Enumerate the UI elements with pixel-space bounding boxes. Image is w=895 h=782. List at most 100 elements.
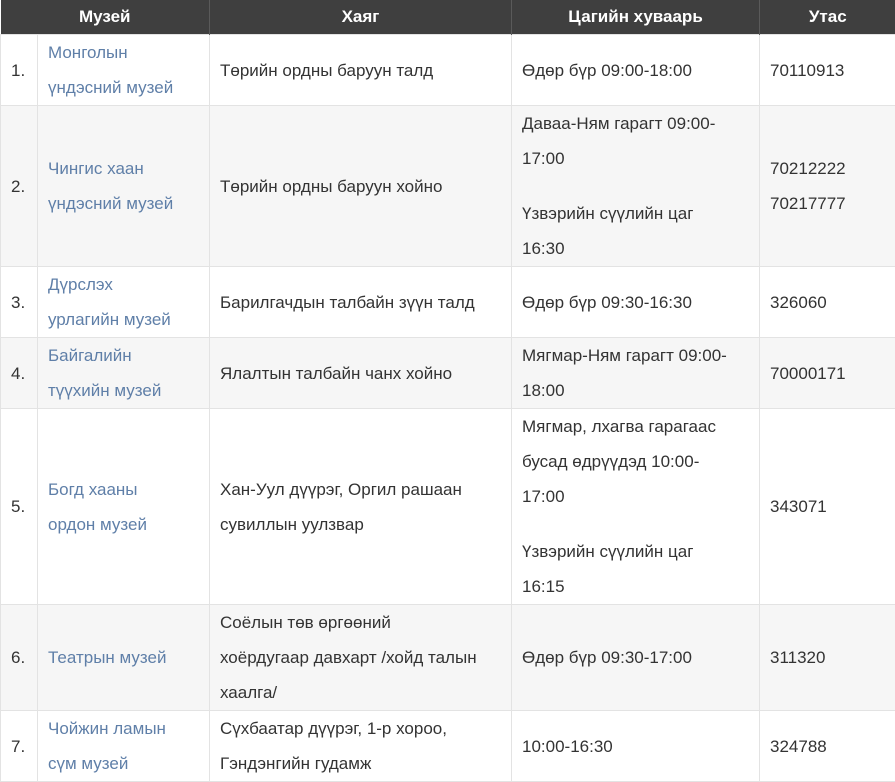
schedule-line: Үзвэрийн сүүлийн цаг [522,204,693,223]
museum-name-cell: Дүрслэх урлагийн музей [38,267,210,338]
schedule-cell: Мягмар, лхагва гарагаасбусад өдрүүдэд 10… [512,409,760,605]
address-line: Сүхбаатар дүүрэг, 1-р хороо, [220,719,447,738]
address-line: сувиллын уулзвар [220,515,364,534]
header-phone: Утас [760,0,895,35]
museum-name-link[interactable]: Чингис хаанүндэсний музей [48,159,173,213]
schedule-paragraph: 10:00-16:30 [522,729,749,764]
museum-name-line: түүхийн музей [48,381,161,400]
address-cell: Төрийн ордны баруун талд [210,35,512,106]
museum-name-line: ордон музей [48,515,147,534]
schedule-paragraph: Өдөр бүр 09:30-17:00 [522,640,749,675]
schedule-paragraph: Мягмар, лхагва гарагаасбусад өдрүүдэд 10… [522,409,749,514]
schedule-paragraph: Өдөр бүр 09:30-16:30 [522,285,749,320]
museum-table: Музей Хаяг Цагийн хуваарь Утас 1.Монголы… [0,0,895,782]
museum-name-link[interactable]: Богд хааны ордон музей [48,480,147,534]
address-line: Гэндэнгийн гудамж [220,754,371,773]
row-number: 4. [1,338,38,409]
address-line: Хан-Уул дүүрэг, Оргил рашаан [220,480,462,499]
schedule-line: 17:00 [522,487,565,506]
address-line: Төрийн ордны баруун талд [220,61,433,80]
museum-name-cell: Чингис хаанүндэсний музей [38,106,210,267]
museum-name-line: Богд хааны [48,480,138,499]
phone-number: 70212222 [770,159,846,178]
phone-number: 70217777 [770,194,846,213]
museum-name-link[interactable]: Байгалийн түүхийн музей [48,346,161,400]
address-line: Барилгачдын талбайн зүүн талд [220,293,475,312]
header-address: Хаяг [210,0,512,35]
museum-name-cell: Монголынүндэсний музей [38,35,210,106]
address-line: Соёлын төв өргөөний [220,613,391,632]
row-number: 3. [1,267,38,338]
row-number: 5. [1,409,38,605]
schedule-line: Мягмар-Ням гарагт 09:00- [522,346,727,365]
schedule-paragraph: Мягмар-Ням гарагт 09:00- 18:00 [522,338,749,408]
museum-name-line: Чингис хаан [48,159,144,178]
address-cell: Хан-Уул дүүрэг, Оргил рашаан сувиллын уул… [210,409,512,605]
schedule-cell: 10:00-16:30 [512,711,760,782]
museum-name-link[interactable]: Дүрслэх урлагийн музей [48,275,171,329]
address-cell: Ялалтын талбайн чанх хойно [210,338,512,409]
museum-name-cell: Театрын музей [38,605,210,711]
schedule-cell: Өдөр бүр 09:30-17:00 [512,605,760,711]
phone-cell: 70110913 [760,35,895,106]
address-line: Ялалтын талбайн чанх хойно [220,364,452,383]
table-row: 4. Байгалийн түүхийн музей Ялалтын талбайн … [1,338,895,409]
schedule-line: Өдөр бүр 09:30-17:00 [522,648,692,667]
table-header: Музей Хаяг Цагийн хуваарь Утас [1,0,895,35]
schedule-paragraph: Үзвэрийн сүүлийн цаг 16:15 [522,534,749,604]
phone-cell: 311320 [760,605,895,711]
schedule-line: Мягмар, лхагва гарагаас [522,417,716,436]
museum-name-cell: Богд хааны ордон музей [38,409,210,605]
phone-number: 343071 [770,497,827,516]
schedule-paragraph: Өдөр бүр 09:00-18:00 [522,53,749,88]
phone-number: 70110913 [770,61,844,80]
phone-number: 311320 [770,648,825,667]
schedule-line: 16:30 [522,239,565,258]
row-number: 1. [1,35,38,106]
phone-cell: 70212222 70217777 [760,106,895,267]
address-line: хаалга/ [220,683,277,702]
table-row: 3. Дүрслэх урлагийн музей Барилгачдын талба… [1,267,895,338]
address-cell: Сүхбаатар дүүрэг, 1-р хороо, Гэндэнгийн г… [210,711,512,782]
schedule-line: 18:00 [522,381,565,400]
phone-number: 326060 [770,293,827,312]
museum-name-link[interactable]: Монголынүндэсний музей [48,43,173,97]
row-number: 7. [1,711,38,782]
address-line: хоёрдугаар давхарт /хойд талын [220,648,477,667]
museum-name-link[interactable]: Театрын музей [48,648,166,667]
table-row: 5. Богд хааны ордон музей Хан-Уул дүүрэг, О… [1,409,895,605]
schedule-line: 16:15 [522,577,565,596]
schedule-cell: Өдөр бүр 09:30-16:30 [512,267,760,338]
schedule-line: 17:00 [522,149,565,168]
schedule-line: Даваа-Ням гарагт 09:00- [522,114,715,133]
museum-name-cell: Байгалийн түүхийн музей [38,338,210,409]
schedule-line: Өдөр бүр 09:00-18:00 [522,61,692,80]
museum-name-line: урлагийн музей [48,310,171,329]
address-cell: Төрийн ордны баруун хойно [210,106,512,267]
table-row: 7.Чойжин ламынсүм музей Сүхбаатар дүүрэг,… [1,711,895,782]
schedule-line: Үзвэрийн сүүлийн цаг [522,542,693,561]
schedule-paragraph: Даваа-Ням гарагт 09:00- 17:00 [522,106,749,176]
museum-name-cell: Чойжин ламынсүм музей [38,711,210,782]
schedule-cell: Мягмар-Ням гарагт 09:00- 18:00 [512,338,760,409]
phone-number: 70000171 [770,364,846,383]
museum-name-line: Театрын музей [48,648,166,667]
header-museum: Музей [1,0,210,35]
schedule-cell: Өдөр бүр 09:00-18:00 [512,35,760,106]
table-row: 6. Театрын музей Соёлын төв өргөөний хоёрду… [1,605,895,711]
museum-name-line: үндэсний музей [48,78,173,97]
museum-name-line: сүм музей [48,754,128,773]
address-cell: Соёлын төв өргөөний хоёрдугаар давхарт /х… [210,605,512,711]
address-cell: Барилгачдын талбайн зүүн талд [210,267,512,338]
row-number: 6. [1,605,38,711]
phone-cell: 70000171 [760,338,895,409]
table-body: 1.Монголынүндэсний музей Төрийн ордны бар… [1,35,895,782]
table-row: 1.Монголынүндэсний музей Төрийн ордны бар… [1,35,895,106]
phone-number: 324788 [770,737,827,756]
schedule-line: Өдөр бүр 09:30-16:30 [522,293,692,312]
museum-name-line: Дүрслэх [48,275,113,294]
museum-name-link[interactable]: Чойжин ламынсүм музей [48,719,166,773]
schedule-paragraph: Үзвэрийн сүүлийн цаг 16:30 [522,196,749,266]
address-line: Төрийн ордны баруун хойно [220,177,442,196]
museum-name-line: Байгалийн [48,346,132,365]
